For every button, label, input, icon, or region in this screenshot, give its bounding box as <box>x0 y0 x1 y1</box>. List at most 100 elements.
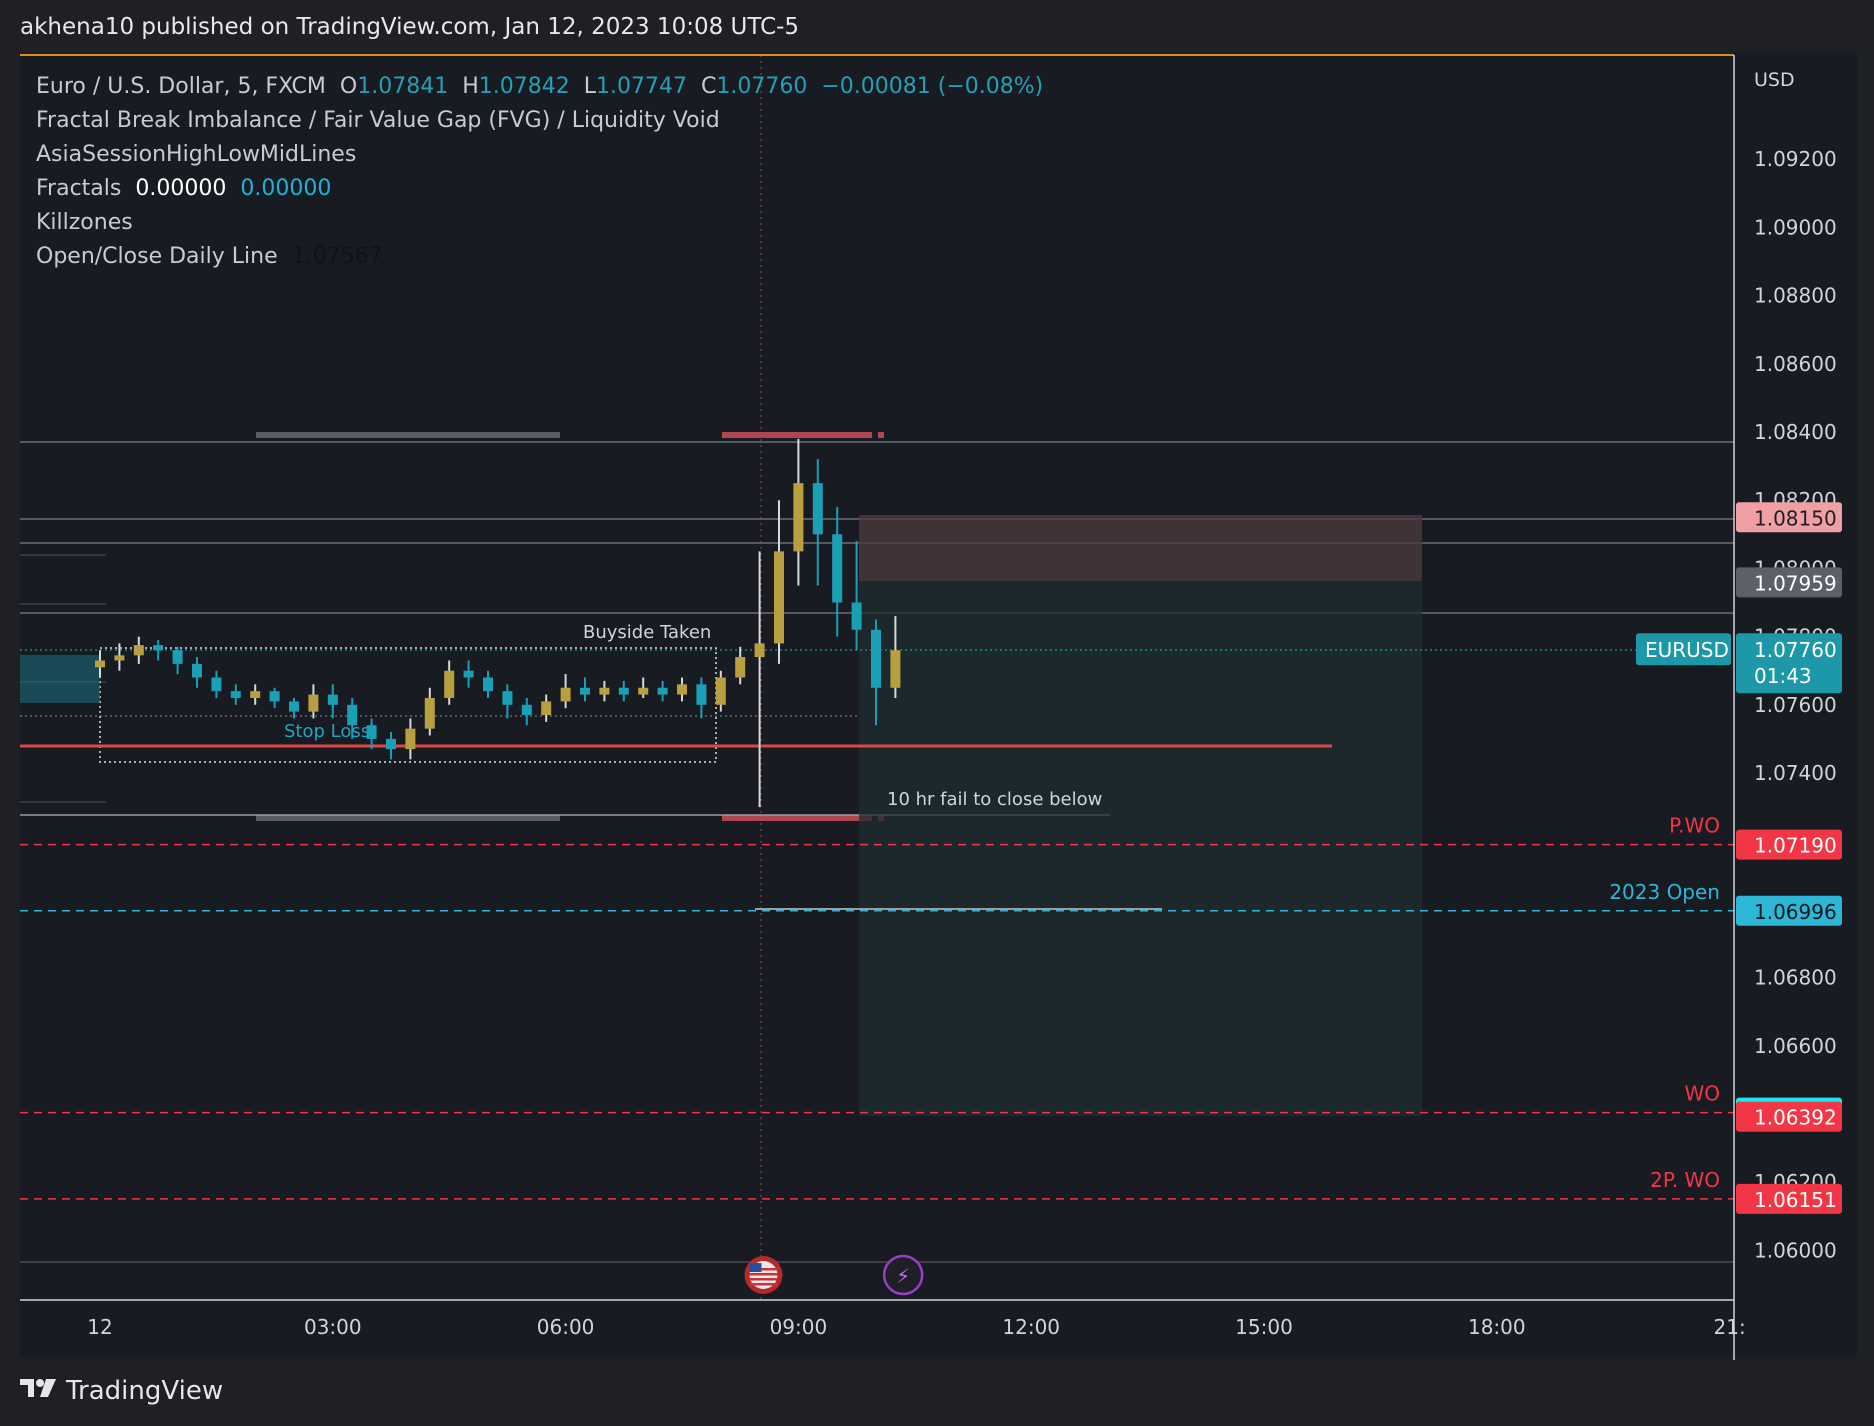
candle-body <box>114 655 125 661</box>
candle-body <box>250 691 261 698</box>
indicator-open-close[interactable]: Open/Close Daily Line 1.07567 <box>36 240 1043 274</box>
candle-body <box>269 691 280 702</box>
y-tick-label: 1.06600 <box>1754 1034 1837 1058</box>
candle-body <box>832 534 843 603</box>
candle-body <box>599 687 610 695</box>
candle-body <box>793 483 804 552</box>
candle-body <box>386 738 396 750</box>
buyside-taken-label: Buyside Taken <box>583 622 711 643</box>
y-tick-label: 1.09000 <box>1754 215 1837 239</box>
level-price-badge: 1.06996 <box>1754 900 1837 924</box>
candle-body <box>715 677 726 705</box>
close-label: C <box>701 74 717 99</box>
candle-body <box>851 602 862 630</box>
candle-body <box>95 660 105 668</box>
fractals-value-2: 0.00000 <box>240 176 332 201</box>
countdown-badge: 01:43 <box>1754 664 1812 688</box>
candle-body <box>696 684 707 705</box>
candle-body <box>230 691 241 698</box>
indicator-asia-session[interactable]: AsiaSessionHighLowMidLines <box>36 138 1043 172</box>
price-badge: 1.08150 <box>1754 506 1837 530</box>
fractals-value-1: 0.00000 <box>135 176 227 201</box>
candle-body <box>405 728 416 750</box>
y-tick-label: 1.06000 <box>1754 1238 1837 1262</box>
indicator-killzones[interactable]: Killzones <box>36 206 1043 240</box>
y-tick-label: 1.07400 <box>1754 761 1837 785</box>
indicator-fractals[interactable]: Fractals 0.00000 0.00000 <box>36 172 1043 206</box>
candle-body <box>463 670 474 678</box>
level-price-badge: 1.06151 <box>1754 1188 1837 1212</box>
y-tick-label: 1.08400 <box>1754 420 1837 444</box>
candle-body <box>521 704 532 716</box>
currency-label: USD <box>1754 69 1795 91</box>
close-value: 1.07760 <box>716 74 808 99</box>
x-tick-label: 09:00 <box>770 1315 828 1339</box>
y-tick-label: 1.08800 <box>1754 284 1837 308</box>
asia-high-bar <box>256 432 560 438</box>
candle-body <box>192 663 202 678</box>
high-value: 1.07842 <box>478 74 570 99</box>
tradingview-footer[interactable]: TradingView <box>20 1376 223 1406</box>
change-value: −0.00081 (−0.08%) <box>821 74 1044 99</box>
lightning-icon: ⚡ <box>882 1254 924 1296</box>
price-badge: 1.07959 <box>1754 571 1837 595</box>
candle-body <box>424 697 435 729</box>
indicator-fvg[interactable]: Fractal Break Imbalance / Fair Value Gap… <box>36 104 1043 138</box>
stop-loss-label: Stop Loss <box>284 721 370 742</box>
candle-body <box>327 694 338 705</box>
candle-body <box>211 677 222 692</box>
candle-body <box>657 687 668 695</box>
candle-body <box>133 645 144 656</box>
x-tick-label: 21: <box>1714 1315 1746 1339</box>
candle-body <box>890 650 901 688</box>
fail-close-label: 10 hr fail to close below <box>887 789 1102 810</box>
candle-body <box>172 650 183 664</box>
candle-body <box>483 677 493 692</box>
symbol-badge: EURUSD <box>1645 638 1729 662</box>
open-close-label: Open/Close Daily Line <box>36 244 278 269</box>
candle-body <box>677 684 687 695</box>
level-label: WO <box>1684 1082 1720 1106</box>
svg-text:⚡: ⚡ <box>896 1264 910 1288</box>
y-tick-label: 1.09200 <box>1754 147 1837 171</box>
legend-symbol-row: Euro / U.S. Dollar, 5, FXCM O1.07841 H1.… <box>36 70 1043 104</box>
x-tick-label: 12 <box>87 1315 112 1339</box>
x-tick-label: 06:00 <box>537 1315 595 1339</box>
x-tick-label: 15:00 <box>1235 1315 1293 1339</box>
level-price-badge: 1.06392 <box>1754 1106 1837 1130</box>
stop-zone <box>859 515 1422 581</box>
x-tick-label: 03:00 <box>304 1315 362 1339</box>
candle-body <box>580 687 590 695</box>
chart-legend: Euro / U.S. Dollar, 5, FXCM O1.07841 H1.… <box>36 70 1043 274</box>
target-zone <box>859 581 1422 1116</box>
y-tick-label: 1.08600 <box>1754 352 1837 376</box>
candle-body <box>754 643 765 658</box>
candle-body <box>774 551 784 644</box>
symbol-name[interactable]: Euro / U.S. Dollar, 5, FXCM <box>36 74 326 99</box>
fractals-label: Fractals <box>36 176 122 201</box>
candle-body <box>638 687 649 695</box>
asia-low-bar <box>256 815 560 821</box>
candle-body <box>444 670 455 698</box>
killzone-low-bar <box>722 815 872 821</box>
tradingview-logo-icon <box>20 1376 58 1406</box>
y-tick-label: 1.07600 <box>1754 693 1837 717</box>
us-flag-icon <box>744 1256 783 1294</box>
x-tick-label: 12:00 <box>1002 1315 1060 1339</box>
candle-body <box>289 701 299 712</box>
low-label: L <box>583 74 597 99</box>
killzone-high-bar <box>722 432 872 438</box>
fvg-box <box>20 655 100 703</box>
y-tick-label: 1.06800 <box>1754 966 1837 990</box>
candle-body <box>871 629 881 688</box>
level-label: P.WO <box>1669 814 1720 838</box>
open-label: O <box>339 74 358 99</box>
level-price-badge: 1.07190 <box>1754 834 1837 858</box>
open-close-value: 1.07567 <box>291 244 383 269</box>
open-value: 1.07841 <box>357 74 449 99</box>
level-label: 2023 Open <box>1609 880 1720 904</box>
current-price-badge: 1.07760 <box>1754 638 1837 662</box>
candle-body <box>618 687 629 695</box>
candle-body <box>153 645 164 651</box>
candle-body <box>308 694 319 712</box>
